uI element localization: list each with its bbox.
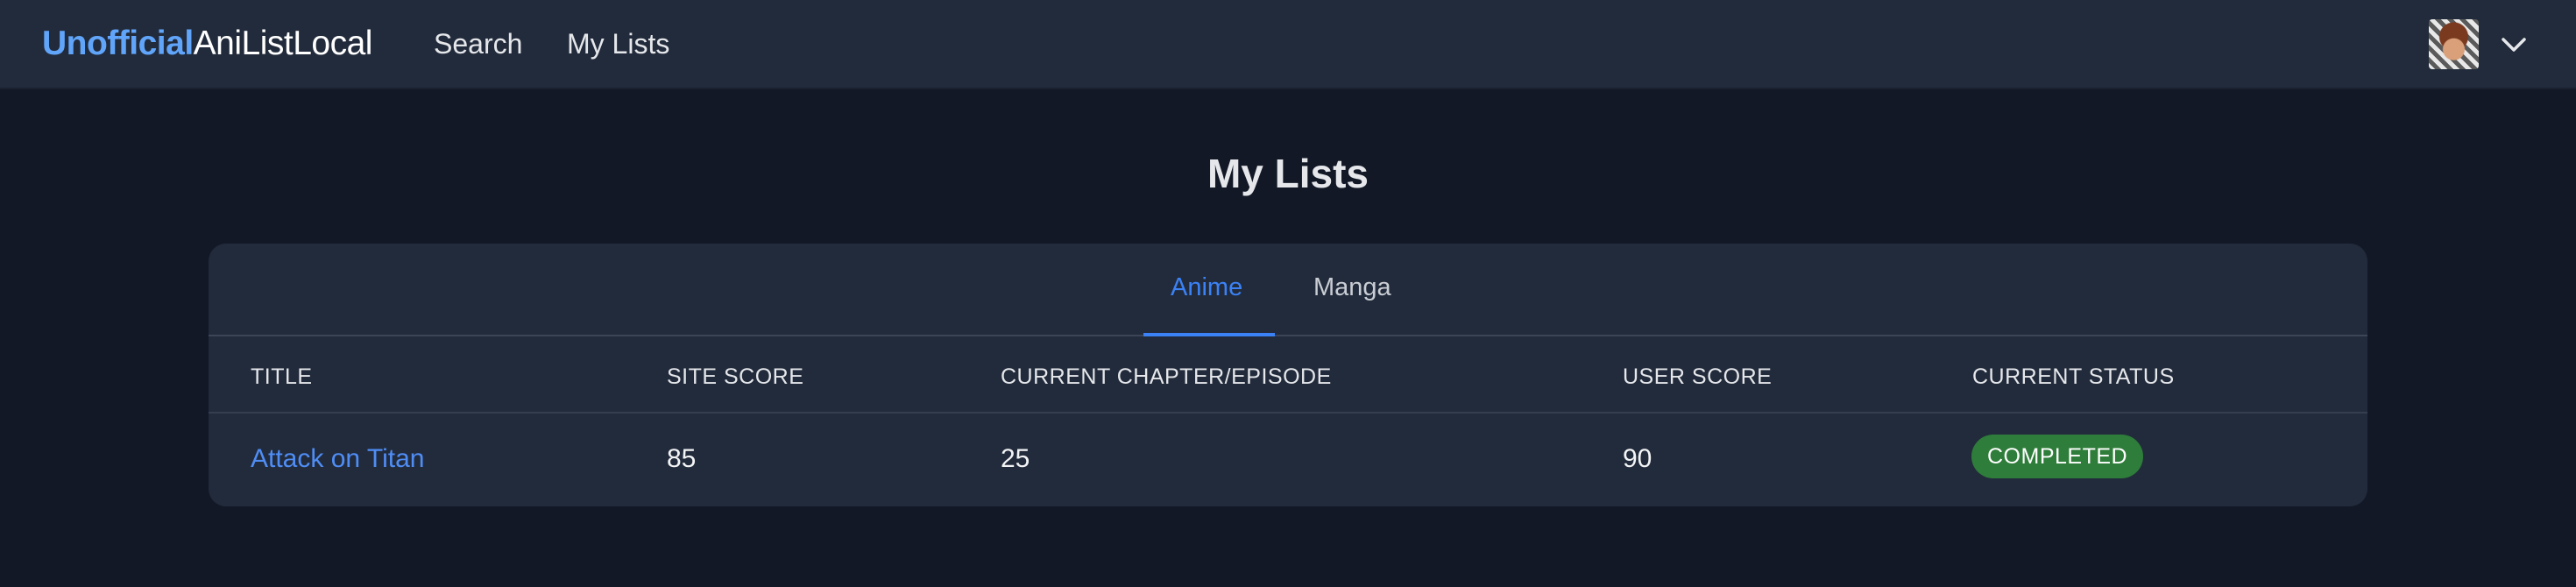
table-row: Attack on Titan 85 25 90 COMPLETED	[209, 415, 2367, 506]
column-header-site-score: SITE SCORE	[667, 364, 804, 389]
brand-logo[interactable]: UnofficialAniListLocal	[42, 23, 372, 65]
active-tab-indicator	[1143, 333, 1275, 336]
tab-anime[interactable]: Anime	[1171, 270, 1242, 305]
chevron-down-icon[interactable]	[2499, 30, 2529, 60]
brand-accent-text: Unofficial	[42, 25, 194, 62]
column-header-user-score: USER SCORE	[1623, 364, 1773, 389]
site-score-cell: 85	[667, 444, 697, 473]
user-score-cell: 90	[1623, 444, 1652, 473]
tab-manga[interactable]: Manga	[1313, 270, 1391, 305]
column-header-current-progress: CURRENT CHAPTER/EPISODE	[1001, 364, 1332, 389]
nav-link-my-lists[interactable]: My Lists	[567, 26, 669, 61]
column-header-current-status: CURRENT STATUS	[1972, 364, 2175, 389]
brand-rest-text: AniListLocal	[193, 25, 373, 62]
current-progress-cell: 25	[1001, 444, 1030, 473]
top-navbar: UnofficialAniListLocal Search My Lists	[0, 0, 2576, 89]
nav-link-search[interactable]: Search	[434, 26, 522, 61]
list-tabs: Anime Manga	[209, 244, 2367, 336]
page-title: My Lists	[1207, 151, 1369, 196]
column-header-title: TITLE	[251, 364, 313, 389]
user-avatar[interactable]	[2429, 19, 2479, 69]
status-badge: COMPLETED	[1971, 435, 2144, 478]
table-header: TITLE SITE SCORE CURRENT CHAPTER/EPISODE…	[209, 338, 2367, 414]
anime-title-link[interactable]: Attack on Titan	[251, 442, 424, 477]
lists-card: Anime Manga TITLE SITE SCORE CURRENT CHA…	[209, 244, 2367, 506]
